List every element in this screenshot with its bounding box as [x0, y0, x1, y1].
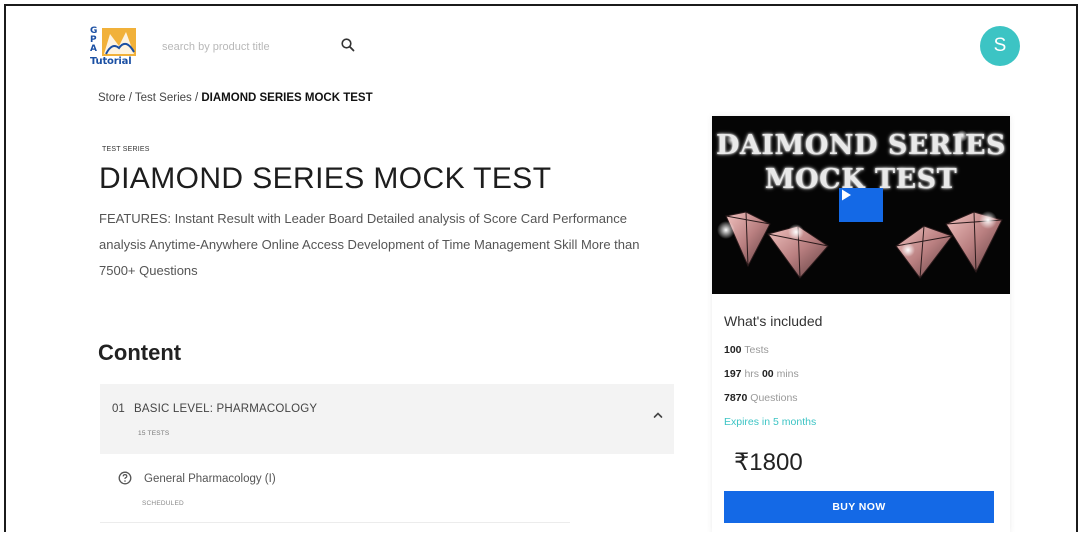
price: ₹1800: [734, 449, 803, 476]
svg-text:A: A: [90, 44, 97, 54]
search-input[interactable]: [162, 36, 330, 58]
play-icon: [842, 189, 851, 201]
hours-label: hrs: [744, 368, 760, 380]
preview-video[interactable]: DAIMOND SERIES MOCK TEST: [712, 116, 1010, 294]
tests-count: 100: [724, 344, 742, 356]
whats-included-title: What's included: [724, 313, 823, 329]
duration-mins: 00: [761, 368, 774, 380]
duration-hours: 197: [724, 368, 742, 380]
search-icon[interactable]: [340, 37, 356, 53]
product-title: DIAMOND SERIES MOCK TEST: [99, 162, 552, 195]
breadcrumb: Store / Test Series / DIAMOND SERIES MOC…: [98, 92, 373, 104]
purchase-card: DAIMOND SERIES MOCK TEST What's included…: [712, 116, 1010, 532]
questions-count: 7870: [724, 392, 748, 404]
question-circle-icon: [118, 471, 132, 485]
user-avatar[interactable]: S: [980, 26, 1020, 66]
section-title: BASIC LEVEL: PHARMACOLOGY: [134, 403, 318, 415]
breadcrumb-store-link[interactable]: Store: [98, 92, 126, 104]
buy-now-button[interactable]: BUY NOW: [724, 491, 994, 523]
content-section-header[interactable]: 01 BASIC LEVEL: PHARMACOLOGY 15 TESTS: [100, 384, 674, 454]
play-button[interactable]: [839, 188, 883, 222]
chevron-up-icon[interactable]: [652, 408, 664, 420]
item-title: General Pharmacology (I): [144, 473, 276, 485]
expiry-text: Expires in 5 months: [724, 416, 817, 428]
item-status: SCHEDULED: [142, 500, 184, 507]
section-number: 01: [112, 403, 125, 415]
duration-stat: 197 hrs 00 mins: [724, 368, 799, 380]
tests-label: Tests: [744, 344, 769, 356]
video-title-line1: DAIMOND SERIES: [715, 130, 1007, 161]
product-description: FEATURES: Instant Result with Leader Boa…: [99, 211, 640, 278]
breadcrumb-test-series-link[interactable]: Test Series: [135, 92, 192, 104]
divider: [100, 522, 570, 523]
breadcrumb-separator: /: [125, 92, 135, 104]
logo-text: Tutorial: [90, 56, 132, 67]
questions-label: Questions: [750, 392, 798, 404]
breadcrumb-current: DIAMOND SERIES MOCK TEST: [201, 92, 373, 104]
questions-stat: 7870 Questions: [724, 392, 798, 404]
logo-emblem-icon: G P A: [90, 26, 136, 56]
mins-label: mins: [776, 368, 799, 380]
page-frame: G P A Tutorial S Store / Test Series / D…: [4, 4, 1078, 532]
breadcrumb-separator: /: [191, 92, 202, 104]
content-heading: Content: [98, 340, 182, 365]
section-test-count: 15 TESTS: [138, 430, 170, 437]
product-category: TEST SERIES: [102, 146, 150, 153]
content-item[interactable]: General Pharmacology (I) SCHEDULED: [100, 454, 674, 524]
tests-stat: 100 Tests: [724, 344, 769, 356]
